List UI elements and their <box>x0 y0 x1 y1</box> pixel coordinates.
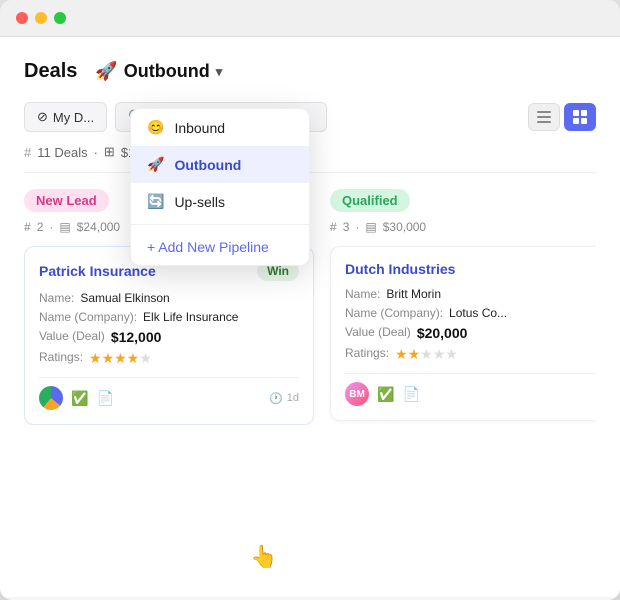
name-label-2: Name: <box>345 287 380 301</box>
file-icon-2[interactable]: 📄 <box>402 386 419 403</box>
grid-view-button[interactable] <box>564 103 596 131</box>
col1-count: 2 <box>37 220 44 234</box>
card-name-row-2: Name: Britt Morin <box>345 287 596 301</box>
pipeline-emoji: 🚀 <box>95 61 117 82</box>
grid-icon <box>573 110 587 124</box>
filter-icon: ⊘ <box>37 109 48 125</box>
maximize-dot[interactable] <box>54 12 66 24</box>
kanban-board: New Lead + ⋮⋮ # 2 · ▤ $24,000 Patric <box>24 189 596 425</box>
chevron-down-icon: ▾ <box>216 64 223 80</box>
close-dot[interactable] <box>16 12 28 24</box>
minimize-dot[interactable] <box>35 12 47 24</box>
card-patrick-insurance: Patrick Insurance Win Name: Samual Elkin… <box>24 246 314 425</box>
col1-value: $24,000 <box>77 220 120 234</box>
toolbar-row: ⊘ My D... 🔍 Sear... <box>24 102 596 132</box>
hash-icon-col2: # <box>330 220 337 234</box>
ratings-row-1: Ratings: ★★★★★ <box>39 350 299 367</box>
outbound-label: Outbound <box>174 157 241 173</box>
clock-icon: 🕐 <box>269 392 283 405</box>
filter-button[interactable]: ⊘ My D... <box>24 102 107 132</box>
value-money-1: $12,000 <box>111 329 162 345</box>
inbound-label: Inbound <box>174 120 225 136</box>
ratings-label-1: Ratings: <box>39 350 83 367</box>
stats-row: # 11 Deals · ⊞ $1,12,000 <box>24 144 596 173</box>
name-value-1: Samual Elkinson <box>80 291 169 305</box>
company-label-1: Name (Company): <box>39 310 137 324</box>
view-toggle <box>528 103 596 131</box>
company-value-1: Elk Life Insurance <box>143 310 238 324</box>
check-icon[interactable]: ✅ <box>71 390 88 407</box>
stars-2: ★★★★★ <box>395 346 458 363</box>
col2-count: 3 <box>343 220 350 234</box>
column-qualified: Qualified # 3 · ▤ $30,000 Dutch Industri… <box>330 189 596 425</box>
upsells-emoji: 🔄 <box>147 193 164 210</box>
list-view-button[interactable] <box>528 103 560 131</box>
name-label-1: Name: <box>39 291 74 305</box>
dropdown-item-outbound[interactable]: 🚀 Outbound <box>131 146 309 183</box>
pipeline-dropdown: 😊 Inbound 🚀 Outbound 🔄 Up-sells + Add Ne… <box>130 108 310 266</box>
outbound-emoji: 🚀 <box>147 156 164 173</box>
title-bar <box>0 0 620 37</box>
pipeline-label: Outbound <box>124 61 210 82</box>
card-company-row-1: Name (Company): Elk Life Insurance <box>39 310 299 324</box>
col-meta-qualified: # 3 · ▤ $30,000 <box>330 220 596 234</box>
hash-icon: # <box>24 145 31 160</box>
card-value-row-1: Value (Deal) $12,000 <box>39 329 299 345</box>
company-label-2: Name (Company): <box>345 306 443 320</box>
ratings-label-2: Ratings: <box>345 346 389 363</box>
company-value-2: Lotus Co... <box>449 306 507 320</box>
hash-icon-col1: # <box>24 220 31 234</box>
add-pipeline-button[interactable]: + Add New Pipeline <box>131 229 309 265</box>
col2-value: $30,000 <box>383 220 426 234</box>
card-footer-2: BM ✅ 📄 <box>345 373 596 406</box>
grid-small-icon: ⊞ <box>104 144 115 160</box>
deals-count: 11 Deals <box>37 145 87 160</box>
card-dutch-industries: Dutch Industries Name: Britt Morin Name … <box>330 246 596 421</box>
card-time-1: 🕐 1d <box>269 392 299 405</box>
app-window: Deals 🚀 Outbound ▾ ⊘ My D... 🔍 Sear... <box>0 0 620 600</box>
list-icon <box>537 110 551 124</box>
value-money-2: $20,000 <box>417 325 468 341</box>
pipeline-dropdown-button[interactable]: 🚀 Outbound ▾ <box>87 57 230 86</box>
card-header-2: Dutch Industries <box>345 261 596 277</box>
cursor: 👆 <box>250 544 277 570</box>
check-icon-2[interactable]: ✅ <box>377 386 394 403</box>
stars-1: ★★★★★ <box>89 350 152 367</box>
card-footer-1: ✅ 📄 🕐 1d <box>39 377 299 410</box>
value-label-2: Value (Deal) <box>345 325 411 341</box>
card-company-2: Dutch Industries <box>345 261 455 277</box>
value-label-1: Value (Deal) <box>39 329 105 345</box>
card-company-row-2: Name (Company): Lotus Co... <box>345 306 596 320</box>
add-pipeline-label: + Add New Pipeline <box>147 239 269 255</box>
col1-icon: ▤ <box>59 220 70 234</box>
upsells-label: Up-sells <box>174 194 225 210</box>
col2-icon: ▤ <box>365 220 376 234</box>
col-badge-qualified: Qualified <box>330 189 410 212</box>
avatar-2: BM <box>345 382 369 406</box>
filter-label: My D... <box>53 110 94 125</box>
file-icon[interactable]: 📄 <box>96 390 113 407</box>
col-badge-new-lead: New Lead <box>24 189 109 212</box>
dropdown-item-upsells[interactable]: 🔄 Up-sells <box>131 183 309 220</box>
page-title: Deals <box>24 60 77 83</box>
inbound-emoji: 😊 <box>147 119 164 136</box>
card-value-row-2: Value (Deal) $20,000 <box>345 325 596 341</box>
dropdown-item-inbound[interactable]: 😊 Inbound <box>131 109 309 146</box>
name-value-2: Britt Morin <box>386 287 441 301</box>
dropdown-divider <box>131 224 309 225</box>
card-name-row-1: Name: Samual Elkinson <box>39 291 299 305</box>
header-row: Deals 🚀 Outbound ▾ <box>24 57 596 86</box>
dot-separator: · <box>94 145 98 160</box>
main-content: Deals 🚀 Outbound ▾ ⊘ My D... 🔍 Sear... <box>0 37 620 597</box>
ratings-row-2: Ratings: ★★★★★ <box>345 346 596 363</box>
col-header-qualified: Qualified <box>330 189 596 212</box>
time-value-1: 1d <box>287 392 299 404</box>
pie-chart-icon <box>39 386 63 410</box>
